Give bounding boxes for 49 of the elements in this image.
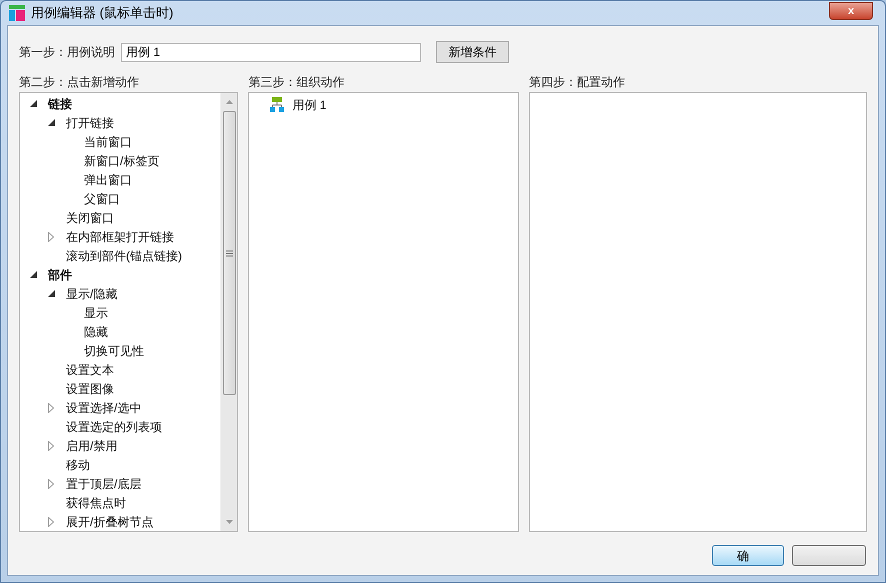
tree-item[interactable]: 显示/隐藏 xyxy=(66,284,118,302)
app-icon xyxy=(9,5,25,21)
tree-item[interactable]: 打开链接 xyxy=(66,114,114,132)
collapsed-arrow-icon[interactable] xyxy=(48,478,54,488)
collapsed-arrow-icon[interactable] xyxy=(48,440,54,450)
expanded-arrow-icon[interactable] xyxy=(30,271,37,278)
flowchart-icon xyxy=(270,97,284,112)
scroll-up-icon[interactable] xyxy=(224,99,234,105)
tree-item[interactable]: 关闭窗口 xyxy=(66,208,114,226)
grip-icon xyxy=(226,250,233,256)
scroll-thumb[interactable] xyxy=(222,111,236,395)
tree-item[interactable]: 父窗口 xyxy=(84,190,120,208)
tree-item[interactable]: 设置选定的列表项 xyxy=(66,418,162,436)
tree-item[interactable]: 获得焦点时 xyxy=(66,494,126,512)
collapsed-arrow-icon[interactable] xyxy=(48,516,54,526)
expanded-arrow-icon[interactable] xyxy=(30,100,37,107)
tree-item[interactable]: 设置文本 xyxy=(66,360,114,378)
column-heading: 第四步：配置动作 xyxy=(528,74,626,91)
expanded-arrow-icon[interactable] xyxy=(48,290,55,297)
tree-item[interactable]: 设置选择/选中 xyxy=(66,398,142,416)
tree-item[interactable]: 移动 xyxy=(66,456,90,474)
collapsed-arrow-icon[interactable] xyxy=(48,402,54,412)
column-heading: 第二步：点击新增动作 xyxy=(19,74,140,91)
tree-item[interactable]: 滚动到部件(锚点链接) xyxy=(66,246,182,264)
case-item[interactable]: 用例 1 xyxy=(292,96,326,114)
collapsed-arrow-icon[interactable] xyxy=(48,232,54,242)
add-condition-button[interactable]: 新增条件 xyxy=(436,41,509,63)
scrollbar[interactable] xyxy=(220,93,238,531)
dialog-button[interactable] xyxy=(792,545,866,566)
description-label: 第一步：用例说明 xyxy=(19,44,116,61)
tree-item[interactable]: 链接 xyxy=(48,94,72,112)
tree-item[interactable]: 部件 xyxy=(48,266,72,284)
tree-item[interactable]: 切换可见性 xyxy=(84,342,144,360)
ok-button[interactable]: 确 xyxy=(712,545,784,566)
tree-item[interactable]: 展开/折叠树节点 xyxy=(66,512,154,530)
tree-item[interactable]: 当前窗口 xyxy=(84,132,132,150)
tree-item[interactable]: 启用/禁用 xyxy=(66,436,118,454)
tree-item[interactable]: 隐藏 xyxy=(84,322,108,340)
column-heading: 第三步：组织动作 xyxy=(248,74,346,91)
tree-item[interactable]: 显示 xyxy=(84,304,108,322)
tree-item[interactable]: 设置图像 xyxy=(66,380,114,398)
scroll-down-icon[interactable] xyxy=(224,519,234,525)
tree-item[interactable]: 弹出窗口 xyxy=(84,170,132,188)
tree-item[interactable]: 新窗口/标签页 xyxy=(84,152,160,170)
description-field[interactable]: 用例 1 xyxy=(121,42,421,62)
expanded-arrow-icon[interactable] xyxy=(48,119,55,126)
tree-item[interactable]: 在内部框架打开链接 xyxy=(66,228,174,246)
tree-item[interactable]: 置于顶层/底层 xyxy=(66,474,142,492)
window-title: 用例编辑器 (鼠标单击时) xyxy=(31,4,174,22)
